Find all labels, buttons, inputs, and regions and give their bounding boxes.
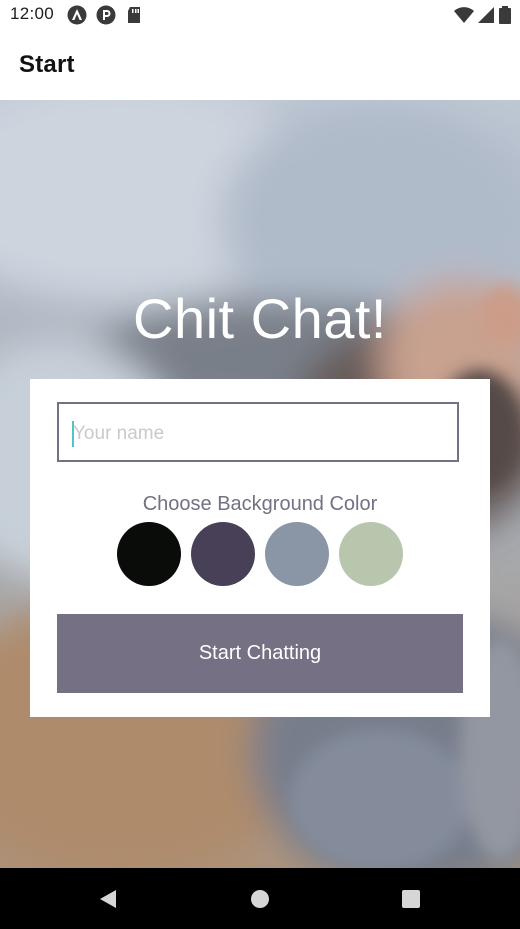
recents-icon[interactable] [400,888,422,910]
wifi-icon [454,7,474,23]
app-heading: Chit Chat! [133,287,387,350]
color-swatch-black[interactable] [117,522,181,586]
android-auto-icon [67,5,87,25]
signal-icon [478,7,494,23]
background-image: Chit Chat! Your name Choose Background C… [0,100,520,868]
color-label: Choose Background Color [142,493,378,515]
name-input-placeholder: Your name [73,423,165,444]
form-card: Your name Choose Background Color Start … [30,379,490,717]
name-input[interactable]: Your name [57,402,459,462]
color-swatch-green[interactable] [339,522,403,586]
sd-card-icon [128,7,140,23]
start-screen: 12:00 Start Chit Chat! Your name Choose … [0,0,520,929]
home-icon[interactable] [249,888,271,910]
app-bar: Start [0,30,520,100]
start-chatting-button[interactable]: Start Chatting [57,614,463,693]
battery-icon [499,6,511,24]
navigation-bar [0,868,520,929]
status-time: 12:00 [10,4,55,23]
app-bar-title: Start [19,51,75,78]
color-swatch-grey-blue[interactable] [265,522,329,586]
color-options [117,522,407,586]
p-badge-icon [96,5,116,25]
color-swatch-purple[interactable] [191,522,255,586]
back-icon[interactable] [97,888,119,910]
status-bar: 12:00 [0,0,520,30]
